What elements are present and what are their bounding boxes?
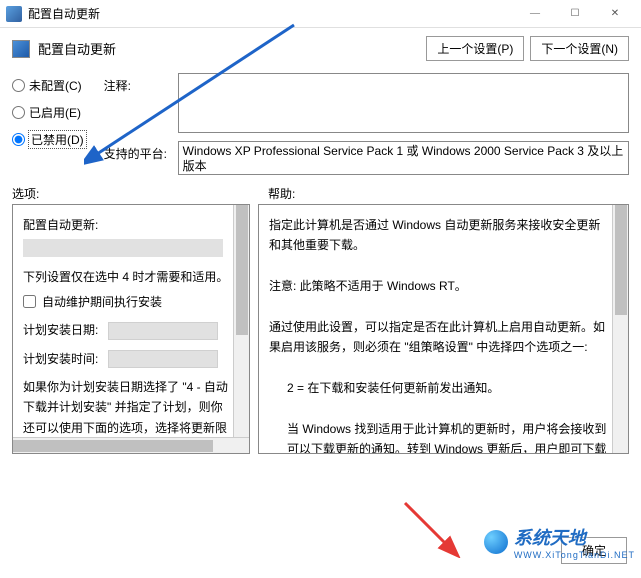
install-day-label: 计划安装日期:	[23, 323, 98, 337]
maintenance-checkbox-label: 自动维护期间执行安装	[42, 292, 162, 312]
radio-enabled-label: 已启用(E)	[29, 104, 81, 121]
help-p2: 注意: 此策略不适用于 Windows RT。	[269, 276, 608, 296]
window-title: 配置自动更新	[28, 5, 100, 22]
radio-enabled[interactable]: 已启用(E)	[12, 104, 86, 121]
radio-disabled[interactable]: 已禁用(D)	[12, 131, 86, 148]
radio-disabled-input[interactable]	[12, 133, 25, 146]
help-panel: 指定此计算机是否通过 Windows 自动更新服务来接收安全更新和其他重要下载。…	[258, 204, 629, 454]
update-mode-dropdown[interactable]	[23, 239, 223, 257]
watermark-name: 系统天地	[514, 524, 635, 550]
policy-icon	[12, 40, 30, 58]
watermark-logo-icon	[484, 530, 508, 554]
minimize-button[interactable]: —	[515, 1, 555, 27]
help-p5: 当 Windows 找到适用于此计算机的更新时，用户将会接收到可以下载更新的通知…	[269, 419, 608, 453]
install-time-label: 计划安装时间:	[23, 352, 98, 366]
dialog-header: 配置自动更新 上一个设置(P) 下一个设置(N)	[0, 28, 641, 65]
comment-label: 注释:	[104, 73, 172, 94]
radio-not-configured-input[interactable]	[12, 79, 25, 92]
radio-disabled-label: 已禁用(D)	[29, 131, 86, 148]
install-day-dropdown[interactable]	[108, 322, 218, 340]
close-button[interactable]: ✕	[595, 1, 635, 27]
help-p4: 2 = 在下载和安装任何更新前发出通知。	[269, 378, 608, 398]
watermark: 系统天地 WWW.XiTongTianDi.NET	[484, 524, 635, 560]
window-controls: — ☐ ✕	[515, 1, 635, 27]
platform-label: 支持的平台:	[104, 141, 172, 162]
title-bar: 配置自动更新 — ☐ ✕	[0, 0, 641, 28]
help-p1: 指定此计算机是否通过 Windows 自动更新服务来接收安全更新和其他重要下载。	[269, 215, 608, 256]
radio-enabled-input[interactable]	[12, 106, 25, 119]
options-note-1: 下列设置仅在选中 4 时才需要和适用。	[23, 267, 229, 287]
options-header: 选项:	[12, 185, 250, 202]
previous-setting-button[interactable]: 上一个设置(P)	[426, 36, 524, 61]
supported-platforms-box: Windows XP Professional Service Pack 1 或…	[178, 141, 629, 175]
window-app-icon	[6, 6, 22, 22]
maintenance-checkbox[interactable]: 自动维护期间执行安装	[23, 292, 229, 312]
options-vertical-scrollbar[interactable]	[233, 205, 249, 453]
options-panel: 配置自动更新: 下列设置仅在选中 4 时才需要和适用。 自动维护期间执行安装 计…	[12, 204, 250, 454]
red-arrow-annotation	[400, 498, 480, 558]
watermark-url: WWW.XiTongTianDi.NET	[514, 550, 635, 560]
comment-textarea[interactable]	[178, 73, 629, 133]
maintenance-checkbox-input[interactable]	[23, 295, 36, 308]
next-setting-button[interactable]: 下一个设置(N)	[530, 36, 629, 61]
install-time-dropdown[interactable]	[108, 350, 218, 368]
options-section-title: 配置自动更新:	[23, 215, 229, 235]
policy-heading: 配置自动更新	[38, 39, 116, 58]
help-p3: 通过使用此设置，可以指定是否在此计算机上启用自动更新。如果启用该服务，则必须在 …	[269, 317, 608, 358]
maximize-button[interactable]: ☐	[555, 1, 595, 27]
radio-not-configured[interactable]: 未配置(C)	[12, 77, 86, 94]
help-header: 帮助:	[268, 185, 629, 202]
options-horizontal-scrollbar[interactable]	[13, 437, 249, 453]
state-radio-group: 未配置(C) 已启用(E) 已禁用(D)	[12, 73, 86, 148]
radio-not-configured-label: 未配置(C)	[29, 77, 82, 94]
help-vertical-scrollbar[interactable]	[612, 205, 628, 453]
